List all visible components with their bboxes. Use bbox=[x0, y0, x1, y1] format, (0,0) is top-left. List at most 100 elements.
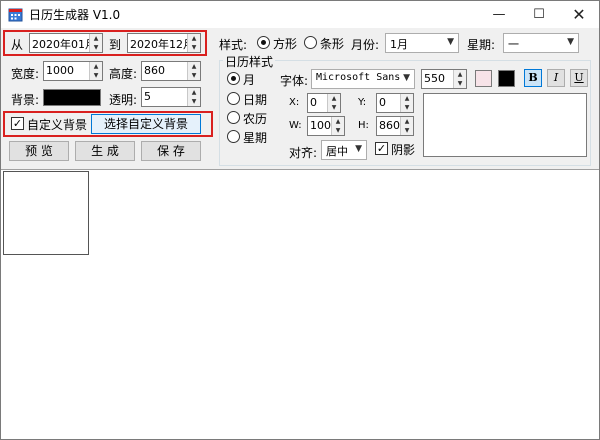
element-month-radio[interactable] bbox=[227, 72, 240, 85]
week-select[interactable]: 一 ▼ bbox=[503, 33, 579, 53]
style-square-label: 方形 bbox=[273, 37, 298, 51]
x-spinner[interactable]: ▲ ▼ bbox=[327, 94, 340, 112]
align-select[interactable]: 居中 ▼ bbox=[321, 140, 367, 160]
element-lunar-radio[interactable] bbox=[227, 111, 240, 124]
select-custom-background-button[interactable]: 选择自定义背景 bbox=[91, 114, 201, 134]
y-spinner[interactable]: ▲ ▼ bbox=[400, 94, 413, 112]
from-label: 从 bbox=[11, 38, 24, 52]
spin-up-icon[interactable]: ▲ bbox=[332, 117, 344, 126]
spin-down-icon[interactable]: ▼ bbox=[328, 103, 340, 112]
y-label: Y: bbox=[358, 97, 367, 108]
week-label: 星期: bbox=[467, 38, 496, 52]
spin-up-icon[interactable]: ▲ bbox=[328, 94, 340, 103]
width-stepper[interactable]: 1000 ▲ ▼ bbox=[43, 61, 103, 81]
spin-up-icon[interactable]: ▲ bbox=[188, 62, 200, 71]
h-value: 860 bbox=[379, 119, 400, 132]
element-month-label: 月 bbox=[243, 73, 256, 87]
element-weekday-label: 星期 bbox=[243, 131, 268, 145]
spin-down-icon[interactable]: ▼ bbox=[188, 43, 200, 52]
spin-down-icon[interactable]: ▼ bbox=[188, 97, 200, 106]
to-date-picker[interactable]: 2020年12月 ▲ ▼ bbox=[127, 33, 201, 53]
chevron-down-icon: ▼ bbox=[447, 37, 454, 47]
spin-up-icon[interactable]: ▲ bbox=[188, 88, 200, 97]
week-value: 一 bbox=[508, 38, 519, 51]
shadow-checkbox[interactable]: ✓ bbox=[375, 142, 388, 155]
spin-down-icon[interactable]: ▼ bbox=[454, 79, 466, 88]
chevron-down-icon: ▼ bbox=[355, 144, 362, 154]
month-select[interactable]: 1月 ▼ bbox=[385, 33, 459, 53]
custom-background-checkbox[interactable]: ✓ bbox=[11, 117, 24, 130]
from-date-spinner[interactable]: ▲ ▼ bbox=[89, 34, 102, 52]
bold-button[interactable]: B bbox=[524, 69, 542, 87]
spin-down-icon[interactable]: ▼ bbox=[401, 126, 413, 135]
w-stepper[interactable]: 1000 ▲ ▼ bbox=[307, 116, 345, 136]
width-value: 1000 bbox=[46, 64, 74, 77]
maximize-button[interactable]: ☐ bbox=[519, 1, 559, 28]
generate-button[interactable]: 生 成 bbox=[75, 141, 135, 161]
month-value: 1月 bbox=[390, 38, 408, 51]
x-label: X: bbox=[289, 97, 300, 108]
opacity-label: 透明: bbox=[109, 93, 138, 107]
opacity-stepper[interactable]: 5 ▲ ▼ bbox=[141, 87, 201, 107]
align-value: 居中 bbox=[326, 145, 348, 158]
element-weekday-radio[interactable] bbox=[227, 130, 240, 143]
font-value: Microsoft Sans S bbox=[316, 72, 402, 83]
from-date-picker[interactable]: 2020年01月 ▲ ▼ bbox=[29, 33, 103, 53]
opacity-spinner[interactable]: ▲ ▼ bbox=[187, 88, 200, 106]
window-title: 日历生成器 V1.0 bbox=[29, 8, 121, 22]
font-size-stepper[interactable]: 550 ▲ ▼ bbox=[421, 69, 467, 89]
style-strip-label: 条形 bbox=[320, 37, 345, 51]
title-bar[interactable]: 日历生成器 V1.0 — ☐ ✕ bbox=[1, 1, 599, 28]
h-label: H: bbox=[358, 120, 369, 131]
h-spinner[interactable]: ▲ ▼ bbox=[400, 117, 413, 135]
spin-down-icon[interactable]: ▼ bbox=[90, 43, 102, 52]
font-background-swatch[interactable] bbox=[498, 70, 515, 87]
style-square-radio[interactable] bbox=[257, 36, 270, 49]
to-date-spinner[interactable]: ▲ ▼ bbox=[187, 34, 200, 52]
preview-button[interactable]: 预 览 bbox=[9, 141, 69, 161]
calendar-style-title: 日历样式 bbox=[223, 53, 276, 70]
spin-up-icon[interactable]: ▲ bbox=[401, 117, 413, 126]
w-spinner[interactable]: ▲ ▼ bbox=[331, 117, 344, 135]
custom-background-label: 自定义背景 bbox=[27, 118, 88, 132]
element-lunar-label: 农历 bbox=[243, 112, 268, 126]
spin-up-icon[interactable]: ▲ bbox=[90, 34, 102, 43]
custom-text-area[interactable] bbox=[423, 93, 587, 157]
preview-canvas[interactable] bbox=[1, 169, 599, 439]
w-label: W: bbox=[289, 120, 302, 131]
spin-up-icon[interactable]: ▲ bbox=[454, 70, 466, 79]
close-button[interactable]: ✕ bbox=[559, 1, 599, 28]
spin-up-icon[interactable]: ▲ bbox=[188, 34, 200, 43]
spin-up-icon[interactable]: ▲ bbox=[90, 62, 102, 71]
width-spinner[interactable]: ▲ ▼ bbox=[89, 62, 102, 80]
spin-down-icon[interactable]: ▼ bbox=[188, 71, 200, 80]
from-date-value: 2020年01月 bbox=[32, 38, 96, 51]
calendar-preview-thumbnail bbox=[3, 171, 89, 255]
font-size-spinner[interactable]: ▲ ▼ bbox=[453, 70, 466, 88]
underline-button[interactable]: U bbox=[570, 69, 588, 87]
spin-down-icon[interactable]: ▼ bbox=[332, 126, 344, 135]
minimize-button[interactable]: — bbox=[479, 1, 519, 28]
height-spinner[interactable]: ▲ ▼ bbox=[187, 62, 200, 80]
background-color-swatch[interactable] bbox=[43, 89, 101, 106]
x-stepper[interactable]: 0 ▲ ▼ bbox=[307, 93, 341, 113]
x-value: 0 bbox=[310, 96, 317, 109]
height-stepper[interactable]: 860 ▲ ▼ bbox=[141, 61, 201, 81]
spin-down-icon[interactable]: ▼ bbox=[90, 71, 102, 80]
y-value: 0 bbox=[379, 96, 386, 109]
spin-down-icon[interactable]: ▼ bbox=[401, 103, 413, 112]
font-select[interactable]: Microsoft Sans S ▼ bbox=[311, 69, 415, 89]
spin-up-icon[interactable]: ▲ bbox=[401, 94, 413, 103]
save-button[interactable]: 保 存 bbox=[141, 141, 201, 161]
app-window: 日历生成器 V1.0 — ☐ ✕ 从 2020年01月 ▲ ▼ 到 2020年12… bbox=[0, 0, 600, 440]
font-color-swatch[interactable] bbox=[475, 70, 492, 87]
style-strip-radio[interactable] bbox=[304, 36, 317, 49]
to-date-value: 2020年12月 bbox=[130, 38, 194, 51]
y-stepper[interactable]: 0 ▲ ▼ bbox=[376, 93, 414, 113]
element-date-radio[interactable] bbox=[227, 92, 240, 105]
h-stepper[interactable]: 860 ▲ ▼ bbox=[376, 116, 414, 136]
style-label: 样式: bbox=[219, 38, 248, 52]
italic-button[interactable]: I bbox=[547, 69, 565, 87]
chevron-down-icon: ▼ bbox=[567, 37, 574, 47]
width-label: 宽度: bbox=[11, 67, 40, 81]
